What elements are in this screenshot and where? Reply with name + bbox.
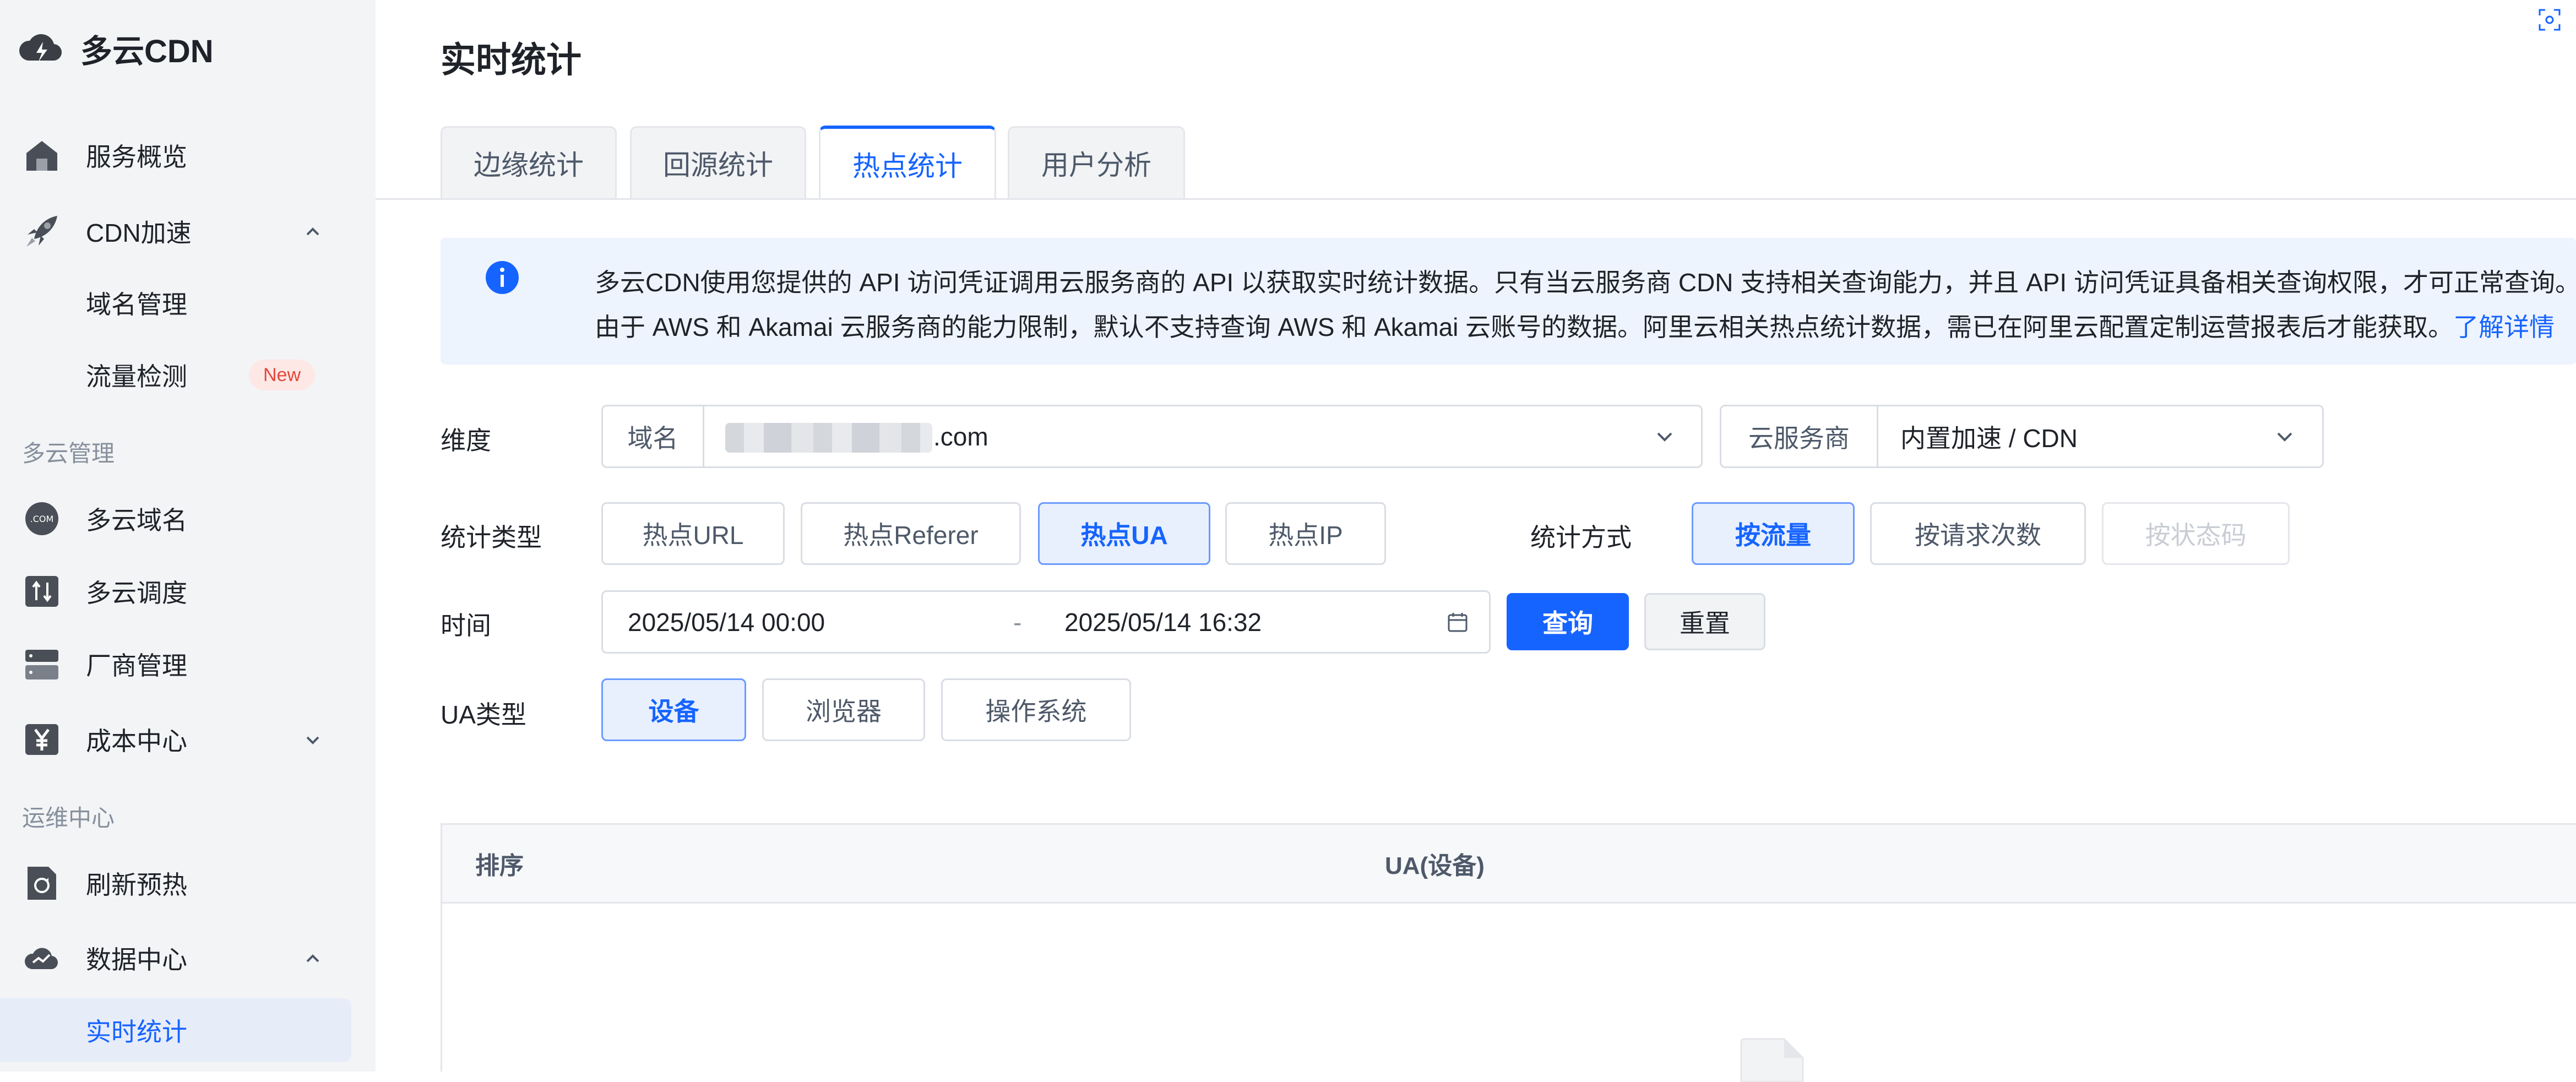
redacted-domain: [725, 423, 932, 453]
chevron-down-icon[interactable]: [302, 728, 324, 751]
new-badge: New: [249, 359, 316, 390]
time-label: 时间: [441, 611, 491, 640]
svg-text:.COM: .COM: [30, 514, 54, 524]
sidebar-item-refresh-prefetch[interactable]: 刷新预热: [0, 851, 376, 915]
column-rank: 排序: [475, 852, 524, 879]
chevron-up-icon[interactable]: [302, 947, 324, 969]
ua-type-label: UA类型: [441, 700, 526, 729]
table-body: [441, 904, 2576, 1072]
sidebar-item-cost-center[interactable]: 成本中心: [0, 708, 376, 771]
sidebar-item-multicloud-domain[interactable]: .COM 多云域名: [0, 487, 376, 550]
tab-origin-stats[interactable]: 回源统计: [630, 126, 806, 198]
notice-line-2: 由于 AWS 和 Akamai 云服务商的能力限制，默认不支持查询 AWS 和 …: [595, 313, 2555, 341]
page-title: 实时统计: [441, 40, 581, 80]
rocket-icon: [26, 215, 57, 247]
chevron-down-icon: [1657, 432, 1672, 442]
sidebar-item-data-center[interactable]: 数据中心: [0, 926, 376, 989]
learn-more-link[interactable]: 了解详情: [2453, 313, 2555, 341]
com-domain-icon: .COM: [25, 502, 58, 535]
sidebar-item-vendor-management[interactable]: 厂商管理: [0, 632, 376, 695]
column-ua-device: UA(设备): [1385, 852, 1485, 879]
stat-method-requests[interactable]: 按请求次数: [1870, 502, 2086, 565]
stat-method-label: 统计方式: [1530, 523, 1632, 552]
tab-user-analysis[interactable]: 用户分析: [1008, 126, 1185, 198]
time-end[interactable]: 2025/05/14 16:32: [1064, 592, 1262, 652]
server-icon: [25, 649, 58, 679]
nav-group-ops: 运维中心: [22, 805, 115, 831]
screenshot-icon[interactable]: [2537, 8, 2562, 32]
stat-method-traffic[interactable]: 按流量: [1692, 502, 1855, 565]
sidebar-item-overview[interactable]: 服务概览: [0, 123, 376, 187]
chevron-up-icon[interactable]: [302, 220, 324, 242]
domain-addon: 域名: [603, 406, 704, 466]
stat-type-hot-ua[interactable]: 热点UA: [1038, 502, 1210, 565]
stat-type-hot-ip[interactable]: 热点IP: [1225, 502, 1386, 565]
query-button[interactable]: 查询: [1507, 593, 1629, 650]
main-content: 实时统计 边缘统计 回源统计 热点统计 用户分析 多云CDN使用您提供的 API…: [376, 0, 2576, 1082]
chevron-down-icon: [2277, 432, 2292, 442]
sidebar-item-domain-management[interactable]: 域名管理: [0, 271, 376, 334]
time-start[interactable]: 2025/05/14 00:00: [628, 592, 825, 652]
stat-type-label: 统计类型: [441, 523, 542, 552]
info-icon: [486, 261, 519, 294]
cloud-chart-icon: [24, 948, 58, 969]
reset-button[interactable]: 重置: [1644, 593, 1765, 650]
table-header: 排序 UA(设备): [441, 823, 2576, 904]
stat-type-hot-referer[interactable]: 热点Referer: [801, 502, 1021, 565]
info-notice: 多云CDN使用您提供的 API 访问凭证调用云服务商的 API 以获取实时统计数…: [441, 238, 2576, 365]
time-range-picker[interactable]: 2025/05/14 00:00 - 2025/05/14 16:32: [601, 590, 1491, 654]
sidebar: 多云CDN 服务概览 CDN加速 域名管理 流量检测 New 多云管理 .COM: [0, 0, 376, 1072]
domain-select[interactable]: 域名 .com: [601, 405, 1703, 468]
ua-type-os[interactable]: 操作系统: [941, 678, 1131, 741]
ua-type-browser[interactable]: 浏览器: [762, 678, 925, 741]
app-name: 多云CDN: [80, 33, 214, 69]
cloud-lightning-icon: [19, 34, 62, 62]
dimension-label: 维度: [441, 426, 491, 455]
tabs-divider: [376, 198, 2576, 200]
stat-type-hot-url[interactable]: 热点URL: [601, 502, 785, 565]
provider-select[interactable]: 云服务商 内置加速 / CDN: [1720, 405, 2324, 468]
empty-state-icon: [1740, 1038, 1804, 1082]
tab-hotspot-stats[interactable]: 热点统计: [819, 126, 996, 199]
sidebar-item-multicloud-schedule[interactable]: 多云调度: [0, 559, 376, 623]
time-separator: -: [1013, 607, 1022, 637]
yen-icon: [25, 724, 58, 755]
tab-edge-stats[interactable]: 边缘统计: [441, 126, 617, 198]
ua-type-device[interactable]: 设备: [601, 678, 746, 741]
notice-line-1: 多云CDN使用您提供的 API 访问凭证调用云服务商的 API 以获取实时统计数…: [595, 268, 2576, 297]
nav-group-multicloud: 多云管理: [22, 441, 115, 466]
sidebar-item-cdn[interactable]: CDN加速: [0, 199, 376, 263]
app-logo[interactable]: 多云CDN: [17, 25, 214, 72]
calendar-icon[interactable]: [1445, 610, 1470, 634]
stat-method-status-code: 按状态码: [2102, 502, 2290, 565]
schedule-icon: [25, 575, 58, 607]
home-icon: [26, 140, 57, 171]
refresh-file-icon: [28, 866, 56, 900]
domain-value: .com: [933, 422, 988, 451]
provider-addon: 云服务商: [1721, 406, 1878, 466]
sidebar-item-realtime-stats[interactable]: 实时统计: [0, 998, 376, 1062]
provider-value: 内置加速 / CDN: [1900, 423, 2078, 453]
sidebar-item-traffic-detection[interactable]: 流量检测 New: [0, 343, 376, 406]
